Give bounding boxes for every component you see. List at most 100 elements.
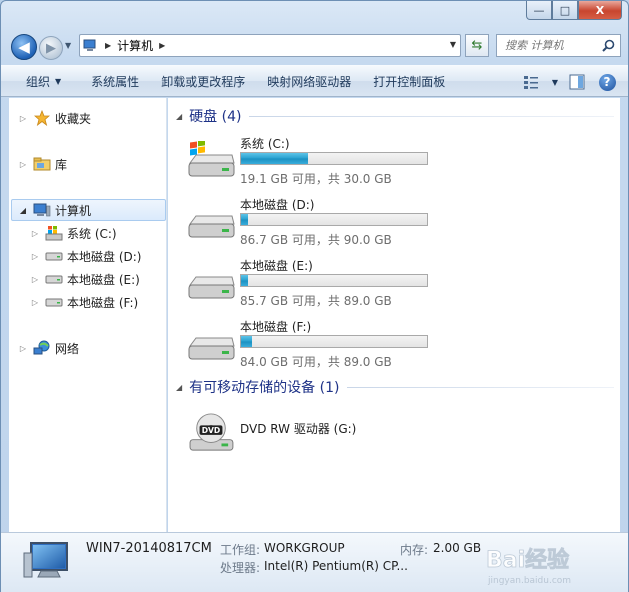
dvd-badge: DVD — [202, 426, 221, 435]
computer-icon — [33, 202, 51, 218]
forward-button[interactable]: ▶ — [39, 36, 63, 60]
title-bar[interactable]: — □ X — [1, 1, 628, 27]
nav-network-label: 网络 — [55, 341, 80, 356]
view-list-icon — [523, 76, 538, 89]
breadcrumb-computer[interactable]: 计算机 — [117, 37, 153, 54]
nav-favorites-label: 收藏夹 — [55, 111, 92, 126]
nav-computer[interactable]: ◢ 计算机 — [11, 199, 166, 221]
drive-name: 本地磁盘 (D:) — [240, 198, 315, 212]
computer-icon — [83, 39, 96, 51]
drive-usage-bar — [240, 152, 428, 165]
group-header-hard-disks[interactable]: ◢ 硬盘 (4) — [176, 106, 614, 126]
expand-arrow-icon[interactable]: ▷ — [17, 114, 29, 123]
caption-buttons: — □ X — [526, 1, 622, 20]
processor-label: 处理器: — [220, 561, 261, 575]
workgroup-label: 工作组: — [220, 543, 261, 557]
toolbar-right: ▼ ? — [522, 71, 618, 93]
open-control-panel-button[interactable]: 打开控制面板 — [364, 69, 454, 93]
expand-arrow-icon[interactable]: ▷ — [29, 298, 41, 307]
collapse-arrow-icon[interactable]: ◢ — [176, 383, 182, 392]
nav-libraries-label: 库 — [55, 157, 68, 172]
expand-arrow-icon[interactable]: ▷ — [29, 275, 41, 284]
preview-pane-button[interactable] — [566, 71, 588, 93]
command-bar: 组织 ▼ 系统属性 卸载或更改程序 映射网络驱动器 打开控制面板 ▼ ? — [1, 65, 628, 97]
system-properties-button[interactable]: 系统属性 — [82, 69, 148, 93]
refresh-button[interactable]: ⇆ — [465, 34, 489, 57]
group-divider — [347, 386, 614, 388]
drive-usage-fill — [241, 336, 253, 347]
nav-drive-d[interactable]: ▷ 本地磁盘 (D:) — [29, 245, 142, 267]
drive-space-info: 85.7 GB 可用，共 89.0 GB — [240, 294, 392, 308]
drive-usage-fill — [241, 275, 249, 286]
hard-drive-icon — [45, 294, 63, 310]
help-icon: ? — [598, 73, 616, 91]
nav-drive-f[interactable]: ▷ 本地磁盘 (F:) — [29, 291, 138, 313]
search-input[interactable] — [505, 39, 605, 52]
drive-space-info: 86.7 GB 可用，共 90.0 GB — [240, 233, 392, 247]
windows-drive-icon — [45, 225, 63, 241]
minimize-button[interactable]: — — [526, 1, 552, 20]
explorer-window: — □ X ◀ ▶ ▼ ▶ 计算机 ▶ ▼ ⇆ 搜索 计算机 组织 ▼ 系统属性… — [0, 0, 629, 592]
memory-value: 2.00 GB — [433, 541, 482, 555]
content-pane: ◢ 硬盘 (4) 系统 (C:) 19.1 GB 可用，共 30.0 GB 本地… — [168, 98, 620, 532]
address-dropdown-icon[interactable]: ▼ — [450, 40, 456, 49]
drive-item-d[interactable]: 本地磁盘 (D:) 86.7 GB 可用，共 90.0 GB — [186, 196, 436, 252]
computer-icon — [23, 542, 68, 578]
hard-drive-icon — [45, 271, 63, 287]
baidu-watermark-logo: Bai经验 jingyan.baidu.com — [486, 547, 571, 586]
library-icon — [33, 156, 51, 172]
nav-drive-c[interactable]: ▷ 系统 (C:) — [29, 222, 117, 244]
view-dropdown-icon[interactable]: ▼ — [552, 78, 558, 87]
arrow-right-icon: ▶ — [46, 40, 56, 56]
drive-item-c[interactable]: 系统 (C:) 19.1 GB 可用，共 30.0 GB — [186, 135, 436, 191]
collapse-arrow-icon[interactable]: ◢ — [176, 112, 182, 121]
navigation-bar: ◀ ▶ ▼ ▶ 计算机 ▶ ▼ ⇆ — [1, 29, 628, 63]
dvd-drive-icon: DVD — [189, 413, 234, 451]
nav-network[interactable]: ▷ 网络 — [17, 337, 79, 359]
drive-item-dvd[interactable]: DVD DVD RW 驱动器 (G:) — [186, 407, 436, 463]
map-network-drive-button[interactable]: 映射网络驱动器 — [258, 69, 360, 93]
nav-drive-e[interactable]: ▷ 本地磁盘 (E:) — [29, 268, 140, 290]
collapse-arrow-icon[interactable]: ◢ — [17, 206, 29, 215]
preview-pane-icon — [569, 74, 585, 90]
processor-value: Intel(R) Pentium(R) CP... — [264, 559, 408, 573]
search-box[interactable] — [496, 34, 621, 57]
nav-favorites[interactable]: ▷ 收藏夹 — [17, 107, 91, 129]
svg-text:Bai经验: Bai经验 — [486, 547, 569, 573]
organize-button[interactable]: 组织 ▼ — [17, 69, 70, 93]
drive-item-e[interactable]: 本地磁盘 (E:) 85.7 GB 可用，共 89.0 GB — [186, 257, 436, 313]
drive-usage-bar — [240, 213, 428, 226]
computer-name: WIN7-20140817CM — [86, 541, 212, 556]
arrow-left-icon: ◀ — [18, 38, 30, 56]
breadcrumb-separator-icon[interactable]: ▶ — [159, 41, 165, 50]
maximize-button[interactable]: □ — [552, 1, 578, 20]
recent-pages-dropdown[interactable]: ▼ — [65, 41, 71, 50]
nav-libraries[interactable]: ▷ 库 — [17, 153, 67, 175]
back-button[interactable]: ◀ — [11, 34, 37, 60]
expand-arrow-icon[interactable]: ▷ — [17, 344, 29, 353]
breadcrumb-separator-icon[interactable]: ▶ — [105, 41, 111, 50]
group-header-removable[interactable]: ◢ 有可移动存储的设备 (1) — [176, 377, 614, 397]
drive-usage-fill — [241, 153, 308, 164]
expand-arrow-icon[interactable]: ▷ — [17, 160, 29, 169]
group-divider — [249, 115, 614, 117]
view-options-button[interactable] — [522, 71, 544, 93]
search-icon[interactable] — [602, 39, 615, 52]
expand-arrow-icon[interactable]: ▷ — [29, 229, 41, 238]
close-button[interactable]: X — [578, 1, 622, 20]
refresh-icon: ⇆ — [471, 38, 483, 53]
windows-drive-icon — [188, 141, 235, 177]
nav-computer-label: 计算机 — [55, 203, 92, 218]
hard-drive-icon — [45, 248, 63, 264]
uninstall-program-button[interactable]: 卸载或更改程序 — [152, 69, 254, 93]
hard-drive-icon — [188, 215, 235, 238]
address-bar[interactable]: ▶ 计算机 ▶ ▼ — [79, 34, 461, 57]
drive-item-f[interactable]: 本地磁盘 (F:) 84.0 GB 可用，共 89.0 GB — [186, 318, 436, 374]
help-button[interactable]: ? — [596, 71, 618, 93]
drive-space-info: 84.0 GB 可用，共 89.0 GB — [240, 355, 392, 369]
drive-usage-bar — [240, 335, 428, 348]
drive-name: 本地磁盘 (E:) — [240, 259, 313, 273]
chevron-down-icon: ▼ — [55, 76, 62, 86]
hard-disks-title: 硬盘 (4) — [189, 109, 242, 125]
expand-arrow-icon[interactable]: ▷ — [29, 252, 41, 261]
